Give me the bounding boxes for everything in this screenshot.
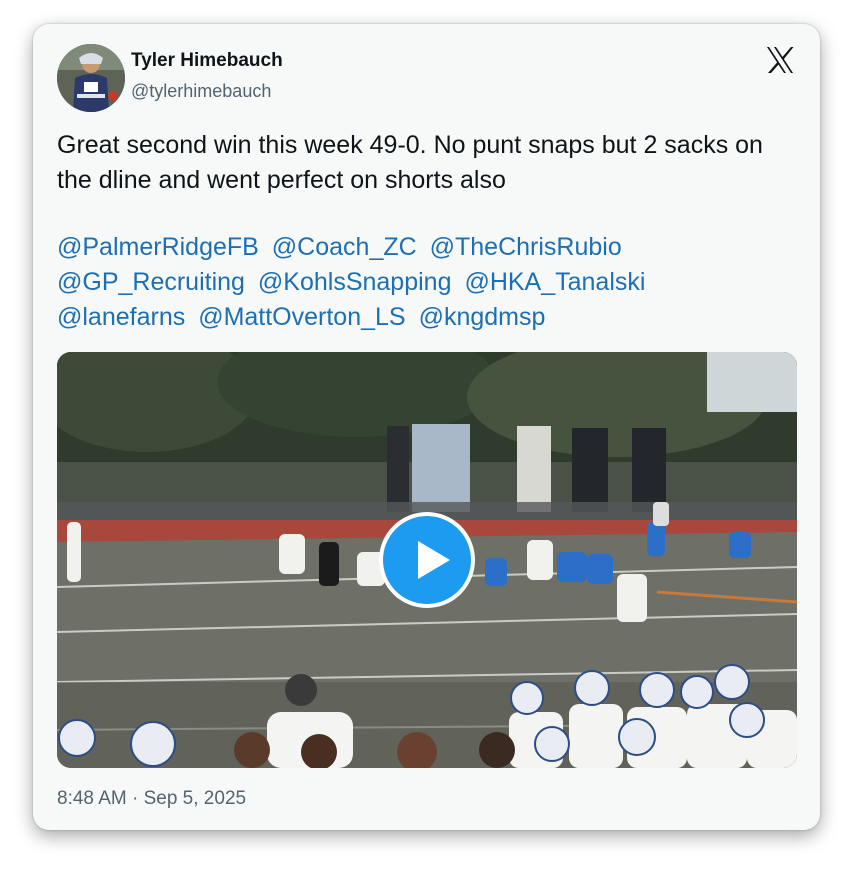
mention-link[interactable]: @KohlsSnapping <box>258 268 452 296</box>
mention-link[interactable]: @TheChrisRubio <box>430 233 622 261</box>
video-thumbnail[interactable] <box>57 352 797 768</box>
author-name[interactable]: Tyler Himebauch <box>131 50 283 72</box>
avatar-image <box>57 44 125 112</box>
mentions-list: @PalmerRidgeFB @Coach_ZC @TheChrisRubio … <box>57 230 787 335</box>
author-handle[interactable]: @tylerhimebauch <box>131 81 271 102</box>
mention-link[interactable]: @kngdmsp <box>419 303 546 331</box>
mention-link[interactable]: @Coach_ZC <box>272 233 417 261</box>
mention-link[interactable]: @MattOverton_LS <box>198 303 405 331</box>
tweet-timestamp[interactable]: 8:48 AM · Sep 5, 2025 <box>57 788 246 810</box>
mention-link[interactable]: @HKA_Tanalski <box>464 268 645 296</box>
avatar[interactable] <box>57 44 125 112</box>
tweet-card: Tyler Himebauch @tylerhimebauch Great se… <box>33 24 820 830</box>
mention-link[interactable]: @GP_Recruiting <box>57 268 245 296</box>
x-logo-icon[interactable] <box>764 44 796 76</box>
mention-link[interactable]: @lanefarns <box>57 303 185 331</box>
mention-link[interactable]: @PalmerRidgeFB <box>57 233 259 261</box>
tweet-text: Great second win this week 49-0. No punt… <box>57 131 763 194</box>
play-icon[interactable] <box>379 512 475 608</box>
